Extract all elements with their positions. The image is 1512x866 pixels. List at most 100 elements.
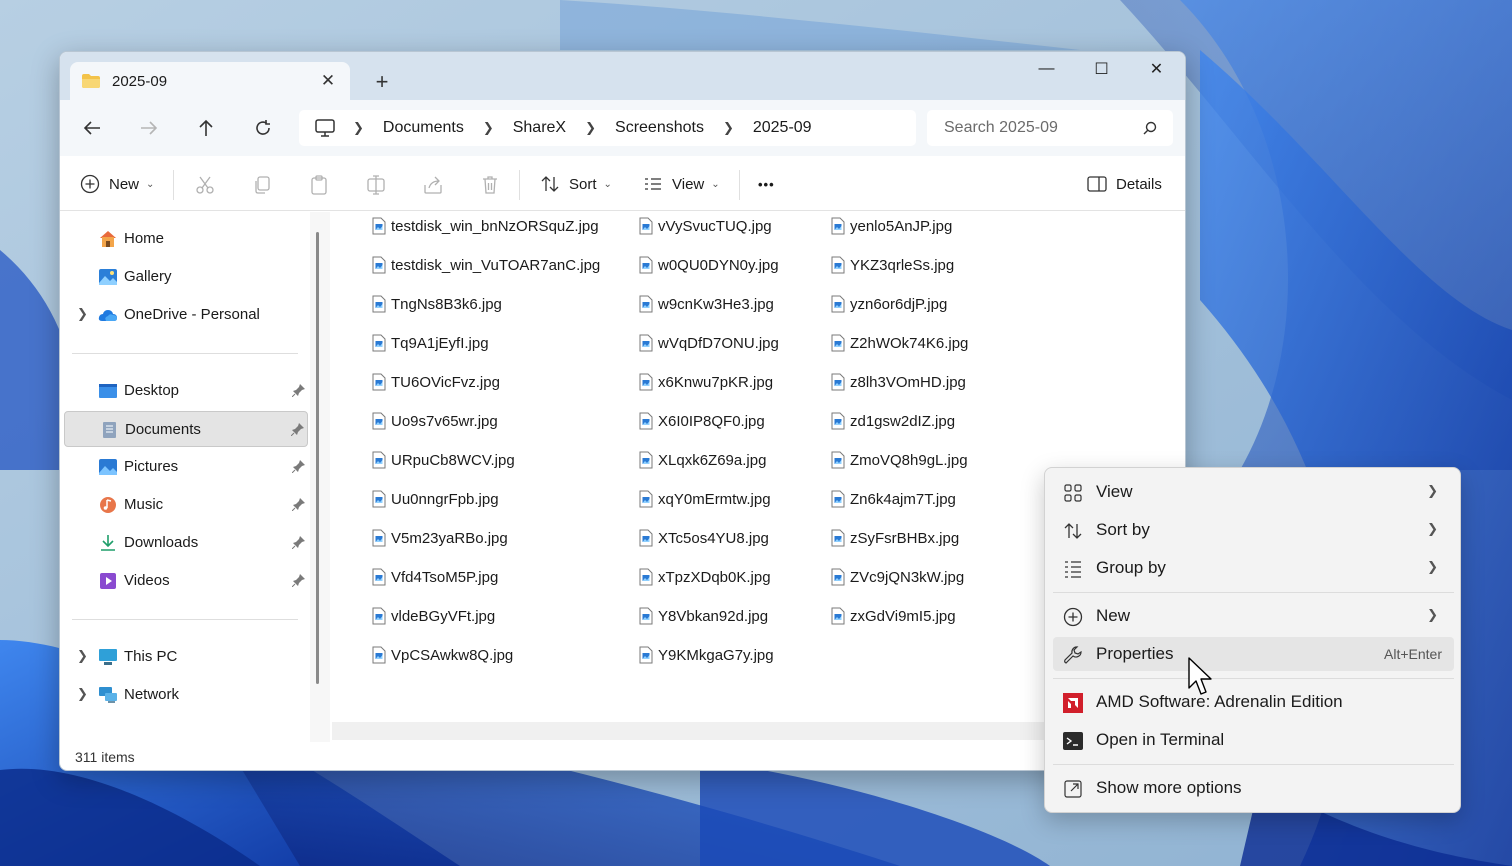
- sidebar-item-this-pc[interactable]: ❯ This PC: [64, 639, 308, 675]
- up-button[interactable]: [188, 112, 224, 144]
- new-button[interactable]: New ⌄: [80, 170, 154, 198]
- file-item[interactable]: V5m23yaRBo.jpg: [372, 526, 508, 550]
- file-item[interactable]: ZVc9jQN3kW.jpg: [831, 565, 964, 589]
- file-item[interactable]: Uu0nngrFpb.jpg: [372, 487, 499, 511]
- chevron-right-icon[interactable]: ❯: [77, 686, 88, 702]
- file-item[interactable]: Vfd4TsoM5P.jpg: [372, 565, 498, 589]
- file-item[interactable]: xTpzXDqb0K.jpg: [639, 565, 771, 589]
- sidebar-item-home[interactable]: Home: [64, 221, 308, 257]
- sidebar-item-onedrive[interactable]: ❯ OneDrive - Personal: [64, 297, 308, 333]
- copy-button[interactable]: [250, 173, 274, 197]
- file-item[interactable]: VpCSAwkw8Q.jpg: [372, 643, 513, 667]
- image-file-icon: [639, 412, 653, 430]
- rename-button[interactable]: [364, 173, 388, 197]
- file-item[interactable]: yenlo5AnJP.jpg: [831, 214, 952, 238]
- back-button[interactable]: [74, 112, 110, 144]
- file-item[interactable]: wVqDfD7ONU.jpg: [639, 331, 779, 355]
- details-pane-icon: [1087, 176, 1107, 192]
- tab-close-icon[interactable]: ✕: [316, 69, 340, 93]
- details-button[interactable]: Details: [1087, 170, 1162, 198]
- menu-item-group-by[interactable]: Group by ❯: [1053, 551, 1454, 585]
- file-item[interactable]: x6Knwu7pKR.jpg: [639, 370, 773, 394]
- file-item[interactable]: ZmoVQ8h9gL.jpg: [831, 448, 968, 472]
- more-options-button[interactable]: •••: [758, 170, 775, 198]
- file-item[interactable]: Zn6k4ajm7T.jpg: [831, 487, 956, 511]
- search-input[interactable]: Search 2025-09: [927, 110, 1173, 146]
- share-button[interactable]: [421, 173, 445, 197]
- file-item[interactable]: w9cnKw3He3.jpg: [639, 292, 774, 316]
- menu-item-properties[interactable]: Properties Alt+Enter: [1053, 637, 1454, 671]
- sidebar-item-desktop[interactable]: Desktop: [64, 373, 308, 409]
- file-item[interactable]: Tq9A1jEyfI.jpg: [372, 331, 489, 355]
- file-item[interactable]: Z2hWOk74K6.jpg: [831, 331, 968, 355]
- file-item[interactable]: vVySvucTUQ.jpg: [639, 214, 772, 238]
- file-item[interactable]: XTc5os4YU8.jpg: [639, 526, 769, 550]
- file-item[interactable]: yzn6or6djP.jpg: [831, 292, 947, 316]
- sort-button[interactable]: Sort ⌄: [540, 170, 612, 198]
- file-item[interactable]: TU6OVicFvz.jpg: [372, 370, 500, 394]
- sidebar-item-gallery[interactable]: Gallery: [64, 259, 308, 295]
- file-item[interactable]: Uo9s7v65wr.jpg: [372, 409, 498, 433]
- file-item[interactable]: Y8Vbkan92d.jpg: [639, 604, 768, 628]
- maximize-button[interactable]: ☐: [1074, 52, 1129, 86]
- refresh-button[interactable]: [245, 112, 281, 144]
- view-button[interactable]: View ⌄: [643, 170, 720, 198]
- new-tab-button[interactable]: +: [366, 66, 398, 98]
- file-item[interactable]: xqY0mErmtw.jpg: [639, 487, 771, 511]
- file-name: zd1gsw2dIZ.jpg: [850, 412, 956, 430]
- menu-item-view[interactable]: View ❯: [1053, 475, 1454, 509]
- menu-item-open-in-terminal[interactable]: Open in Terminal: [1053, 723, 1454, 757]
- breadcrumb-documents[interactable]: Documents: [383, 119, 464, 137]
- tab-2025-09[interactable]: 2025-09 ✕: [70, 62, 350, 100]
- share-icon: [424, 176, 442, 194]
- menu-item-new[interactable]: New ❯: [1053, 599, 1454, 633]
- minimize-button[interactable]: —: [1019, 52, 1074, 86]
- breadcrumb-2025-09[interactable]: 2025-09: [753, 119, 812, 137]
- image-file-icon: [372, 373, 386, 391]
- sidebar-item-downloads[interactable]: Downloads: [64, 525, 308, 561]
- menu-item-sort-by[interactable]: Sort by ❯: [1053, 513, 1454, 547]
- file-item[interactable]: z8lh3VOmHD.jpg: [831, 370, 966, 394]
- image-file-icon: [831, 568, 845, 586]
- sidebar-divider: [72, 353, 298, 354]
- file-item[interactable]: YKZ3qrleSs.jpg: [831, 253, 954, 277]
- image-file-icon: [639, 256, 653, 274]
- sidebar-scrollbar[interactable]: [316, 232, 319, 684]
- file-name: xTpzXDqb0K.jpg: [658, 568, 771, 586]
- file-item[interactable]: Y9KMkgaG7y.jpg: [639, 643, 774, 667]
- sidebar-item-videos[interactable]: Videos: [64, 563, 308, 599]
- menu-item-amd-software[interactable]: AMD Software: Adrenalin Edition: [1053, 685, 1454, 719]
- file-item[interactable]: X6I0IP8QF0.jpg: [639, 409, 765, 433]
- sidebar-item-network[interactable]: ❯ Network: [64, 677, 308, 713]
- forward-button[interactable]: [131, 112, 167, 144]
- breadcrumb-screenshots[interactable]: Screenshots: [615, 119, 704, 137]
- file-item[interactable]: w0QU0DYN0y.jpg: [639, 253, 779, 277]
- sidebar-item-music[interactable]: Music: [64, 487, 308, 523]
- pin-icon: [292, 498, 305, 511]
- file-item[interactable]: vldeBGyVFt.jpg: [372, 604, 495, 628]
- sidebar-item-pictures[interactable]: Pictures: [64, 449, 308, 485]
- address-bar[interactable]: ❯ Documents ❯ ShareX ❯ Screenshots ❯ 202…: [299, 110, 916, 146]
- cut-button[interactable]: [193, 173, 217, 197]
- file-name: Uo9s7v65wr.jpg: [391, 412, 498, 430]
- file-item[interactable]: testdisk_win_VuTOAR7anC.jpg: [372, 253, 600, 277]
- paste-button[interactable]: [307, 173, 331, 197]
- file-explorer-window: 2025-09 ✕ + — ☐ ✕ ❯ Documents ❯ ShareX ❯…: [59, 51, 1186, 771]
- navigation-bar: ❯ Documents ❯ ShareX ❯ Screenshots ❯ 202…: [60, 100, 1185, 156]
- file-item[interactable]: testdisk_win_bnNzORSquZ.jpg: [372, 214, 599, 238]
- menu-item-show-more-options[interactable]: Show more options: [1053, 771, 1454, 805]
- sidebar-scroll-track[interactable]: [310, 212, 330, 742]
- file-item[interactable]: TngNs8B3k6.jpg: [372, 292, 502, 316]
- close-button[interactable]: ✕: [1129, 52, 1184, 86]
- file-item[interactable]: URpuCb8WCV.jpg: [372, 448, 515, 472]
- chevron-right-icon[interactable]: ❯: [77, 648, 88, 664]
- delete-button[interactable]: [478, 173, 502, 197]
- file-item[interactable]: XLqxk6Z69a.jpg: [639, 448, 766, 472]
- file-item[interactable]: zSyFsrBHBx.jpg: [831, 526, 959, 550]
- file-item[interactable]: zxGdVi9mI5.jpg: [831, 604, 956, 628]
- file-item[interactable]: zd1gsw2dIZ.jpg: [831, 409, 955, 433]
- sidebar-item-documents[interactable]: Documents: [64, 411, 308, 447]
- breadcrumb-sharex[interactable]: ShareX: [513, 119, 566, 137]
- file-name: TngNs8B3k6.jpg: [391, 295, 502, 313]
- chevron-right-icon[interactable]: ❯: [77, 306, 88, 322]
